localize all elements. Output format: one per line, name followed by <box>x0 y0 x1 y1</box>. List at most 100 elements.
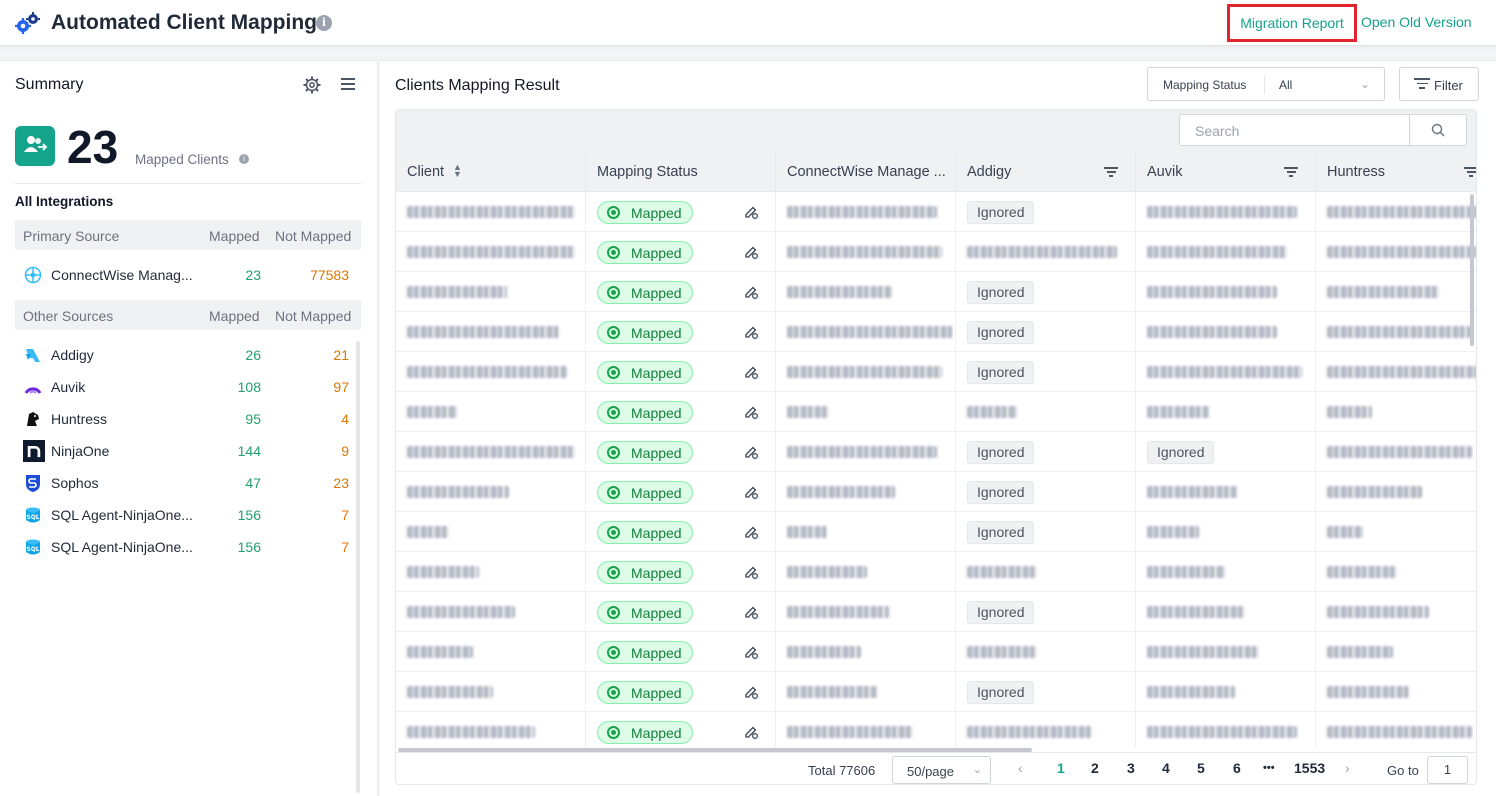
svg-text:SQL: SQL <box>26 546 39 553</box>
edit-mapping-icon[interactable] <box>743 524 759 540</box>
edit-mapping-icon[interactable] <box>743 484 759 500</box>
source-row-huntress[interactable]: Huntress 95 4 <box>15 403 361 435</box>
prev-page-icon[interactable]: ‹ <box>1018 760 1023 776</box>
menu-icon[interactable] <box>341 78 355 90</box>
edit-mapping-icon[interactable] <box>743 284 759 300</box>
col-addigy[interactable]: Addigy <box>956 152 1136 192</box>
table-row[interactable]: Mapped <box>396 632 1476 672</box>
redacted-text <box>407 246 575 258</box>
next-page-icon[interactable]: › <box>1345 760 1350 776</box>
mapped-badge-label: Mapped <box>631 325 682 341</box>
more-pages-ellipsis[interactable]: ••• <box>1263 762 1275 774</box>
page-4[interactable]: 4 <box>1162 760 1170 776</box>
auvik-cell <box>1136 232 1316 272</box>
table-row[interactable]: Mapped Ignored <box>396 472 1476 512</box>
source-row-sql-agent[interactable]: SQL SQL Agent-NinjaOne... 156 7 <box>15 531 361 563</box>
table-row[interactable]: Mapped Ignored <box>396 192 1476 232</box>
table-row[interactable]: Mapped Ignored <box>396 272 1476 312</box>
check-circle-icon <box>607 366 620 379</box>
edit-mapping-icon[interactable] <box>743 364 759 380</box>
summary-scrollbar[interactable] <box>356 341 360 793</box>
table-row[interactable]: Mapped Ignored <box>396 672 1476 712</box>
page-6[interactable]: 6 <box>1233 760 1241 776</box>
search-input[interactable]: Search <box>1179 114 1467 146</box>
info-icon[interactable]: i <box>316 15 332 31</box>
search-placeholder: Search <box>1195 123 1240 139</box>
mapping-status-select[interactable]: Mapping Status All ⌄ <box>1147 67 1385 101</box>
redacted-text <box>1327 246 1476 258</box>
col-auvik[interactable]: Auvik <box>1136 152 1316 192</box>
check-circle-icon <box>607 446 620 459</box>
check-circle-icon <box>607 326 620 339</box>
page-2[interactable]: 2 <box>1091 760 1099 776</box>
source-row-connectwise[interactable]: ConnectWise Manag... 23 77583 <box>15 259 361 291</box>
source-row-sql-agent[interactable]: SQL SQL Agent-NinjaOne... 156 7 <box>15 499 361 531</box>
connectwise-cell <box>776 232 956 272</box>
edit-mapping-icon[interactable] <box>743 244 759 260</box>
source-row-addigy[interactable]: Addigy 26 21 <box>15 339 361 371</box>
ignored-tag: Ignored <box>967 441 1035 464</box>
source-row-sophos[interactable]: Sophos 47 23 <box>15 467 361 499</box>
table-row[interactable]: Mapped Ignored <box>396 512 1476 552</box>
redacted-text <box>1327 446 1472 458</box>
col-connectwise[interactable]: ConnectWise Manage ... <box>776 152 956 192</box>
filter-button[interactable]: Filter <box>1399 67 1479 101</box>
edit-mapping-icon[interactable] <box>743 564 759 580</box>
mapped-clients-info-icon[interactable]: i <box>239 154 249 164</box>
table-row[interactable]: Mapped <box>396 552 1476 592</box>
table-row[interactable]: Mapped <box>396 712 1476 748</box>
sql-agent-icon: SQL <box>26 507 40 523</box>
table-row[interactable]: Mapped Ignored <box>396 312 1476 352</box>
open-old-version-link[interactable]: Open Old Version <box>1361 14 1472 30</box>
edit-mapping-icon[interactable] <box>743 604 759 620</box>
check-circle-icon <box>607 566 620 579</box>
page-size-select[interactable]: 50/page ⌄ <box>892 756 991 784</box>
redacted-text <box>967 566 1037 578</box>
edit-mapping-icon[interactable] <box>743 724 759 740</box>
page-last[interactable]: 1553 <box>1294 760 1325 776</box>
source-name: SQL Agent-NinjaOne... <box>51 539 193 555</box>
redacted-text <box>787 286 892 298</box>
edit-mapping-icon[interactable] <box>743 684 759 700</box>
mapping-status-cell: Mapped <box>586 232 776 272</box>
ignored-tag: Ignored <box>967 201 1035 224</box>
column-filter-icon[interactable] <box>1104 167 1118 177</box>
mapping-result-panel: Clients Mapping Result Mapping Status Al… <box>380 60 1496 796</box>
check-circle-icon <box>607 646 620 659</box>
col-huntress[interactable]: Huntress <box>1316 152 1476 192</box>
page-3[interactable]: 3 <box>1127 760 1135 776</box>
edit-mapping-icon[interactable] <box>743 444 759 460</box>
edit-mapping-icon[interactable] <box>743 324 759 340</box>
redacted-text <box>1327 646 1393 658</box>
mapped-badge: Mapped <box>597 361 693 384</box>
column-filter-icon[interactable] <box>1464 167 1476 177</box>
page-1[interactable]: 1 <box>1057 760 1065 776</box>
check-circle-icon <box>607 526 620 539</box>
mapping-status-cell: Mapped <box>586 392 776 432</box>
mapped-col: Mapped <box>209 228 260 244</box>
col-mapping-status[interactable]: Mapping Status <box>586 152 776 192</box>
not-mapped-col: Not Mapped <box>275 308 352 324</box>
goto-page-input[interactable]: 1 <box>1427 756 1468 784</box>
sort-icon[interactable]: ▲ ▼ <box>453 163 462 179</box>
table-row[interactable]: Mapped Ignored <box>396 592 1476 632</box>
source-row-auvik[interactable]: Auvik 108 97 <box>15 371 361 403</box>
col-client[interactable]: Client ▲ ▼ <box>396 152 586 192</box>
edit-mapping-icon[interactable] <box>743 204 759 220</box>
mapping-status-cell: Mapped <box>586 312 776 352</box>
column-filter-icon[interactable] <box>1284 167 1298 177</box>
page-5[interactable]: 5 <box>1197 760 1205 776</box>
table-row[interactable]: Mapped <box>396 232 1476 272</box>
huntress-cell <box>1316 552 1476 592</box>
edit-mapping-icon[interactable] <box>743 404 759 420</box>
table-row[interactable]: Mapped Ignored Ignored <box>396 432 1476 472</box>
migration-report-button[interactable]: Migration Report <box>1227 4 1357 42</box>
table-row[interactable]: Mapped Ignored <box>396 352 1476 392</box>
vertical-scrollbar[interactable] <box>1470 194 1474 346</box>
table-row[interactable]: Mapped <box>396 392 1476 432</box>
search-button[interactable] <box>1409 115 1466 145</box>
edit-mapping-icon[interactable] <box>743 644 759 660</box>
settings-gear-icon[interactable] <box>303 76 321 94</box>
source-row-ninjaone[interactable]: NinjaOne 144 9 <box>15 435 361 467</box>
mapped-badge: Mapped <box>597 601 693 624</box>
